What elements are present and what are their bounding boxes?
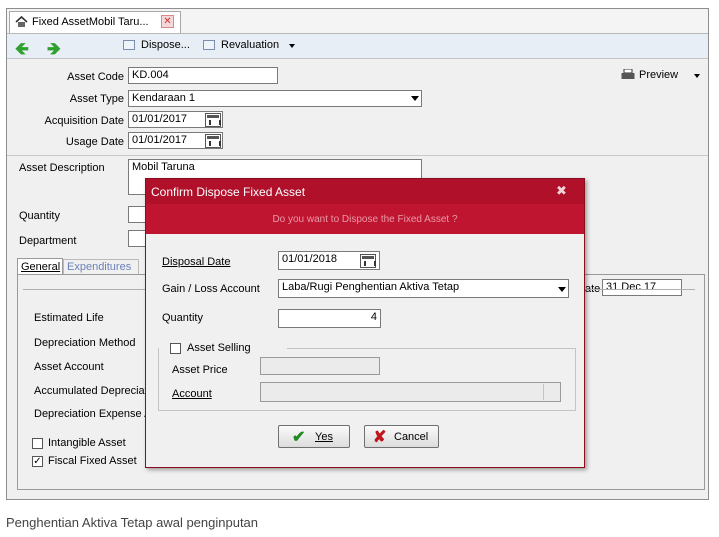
cross-icon: ✘ [373, 429, 387, 446]
yes-label: Yes [315, 431, 333, 443]
gain-loss-label: Gain / Loss Account [162, 283, 260, 295]
chevron-down-icon [694, 74, 700, 78]
asset-description-label: Asset Description [19, 162, 105, 174]
asset-type-value: Kendaraan 1 [132, 92, 195, 104]
yes-button[interactable]: ✔ Yes [278, 425, 350, 448]
fiscal-fixed-asset-label: Fiscal Fixed Asset [48, 455, 137, 467]
dialog-title: Confirm Dispose Fixed Asset [151, 185, 306, 199]
revaluation-label: Revaluation [221, 39, 280, 51]
dialog-quantity-input[interactable]: 4 [278, 309, 381, 328]
intangible-asset-checkbox[interactable]: Intangible Asset [32, 437, 142, 451]
form-divider [7, 155, 708, 156]
usage-date-value: 01/01/2017 [132, 134, 188, 146]
document-tab-title: Fixed AssetMobil Taru... [32, 16, 149, 28]
acquisition-date-value: 01/01/2017 [132, 113, 188, 125]
page-caption: Penghentian Aktiva Tetap awal penginputa… [6, 515, 259, 530]
chevron-down-icon [289, 44, 295, 48]
tab-general-label: General [21, 261, 61, 273]
asset-type-label: Asset Type [69, 93, 124, 105]
asset-code-label: Asset Code [67, 71, 124, 83]
accumulated-depreciation-label: Accumulated Depreciat [34, 385, 148, 397]
cancel-button[interactable]: ✘ Cancel [364, 425, 439, 448]
home-icon [15, 15, 28, 28]
document-tabstrip: Fixed AssetMobil Taru... ✕ [7, 9, 708, 34]
close-tab-icon[interactable]: ✕ [161, 15, 174, 28]
fiscal-fixed-asset-checkbox[interactable]: ✓ Fiscal Fixed Asset [32, 455, 142, 469]
preview-button[interactable]: Preview [619, 66, 703, 84]
asset-selling-label: Asset Selling [187, 342, 251, 354]
groupbox-top-line [287, 348, 575, 349]
printer-icon [621, 68, 635, 80]
disposal-date-value: 01/01/2018 [282, 253, 338, 265]
account-label: Account [172, 388, 212, 400]
asset-type-select[interactable]: Kendaraan 1 [128, 90, 422, 107]
dialog-question: Do you want to Dispose the Fixed Asset ? [272, 214, 458, 225]
asset-price-label: Asset Price [172, 364, 228, 376]
dialog-quantity-value: 4 [370, 311, 377, 323]
asset-price-input[interactable] [260, 357, 380, 375]
cancel-label: Cancel [394, 431, 429, 443]
tab-expenditures[interactable]: Expenditures [63, 259, 139, 275]
acquisition-date-input[interactable]: 01/01/2017 [128, 111, 223, 128]
calendar-icon[interactable] [205, 113, 221, 127]
dispose-label: Dispose... [141, 39, 190, 51]
usage-date-input[interactable]: 01/01/2017 [128, 132, 223, 149]
checkmark-icon: ✓ [32, 456, 43, 467]
intangible-asset-label: Intangible Asset [48, 437, 126, 449]
quantity-label: Quantity [19, 210, 60, 222]
close-icon[interactable]: ✖ [556, 183, 567, 199]
checkbox-box [170, 343, 181, 354]
acquisition-date-label: Acquisition Date [44, 115, 125, 127]
dialog-titlebar: Confirm Dispose Fixed Asset ✖ [146, 179, 584, 204]
account-select[interactable] [260, 382, 561, 402]
usage-date-label: Usage Date [65, 136, 124, 148]
asset-account-label: Asset Account [34, 361, 104, 373]
chevron-down-icon [558, 287, 566, 292]
estimated-life-label: Estimated Life [34, 312, 104, 324]
disposal-date-label: Disposal Date [162, 256, 231, 268]
disposal-date-input[interactable]: 01/01/2018 [278, 251, 380, 270]
confirm-dispose-dialog: Confirm Dispose Fixed Asset ✖ Do you wan… [145, 178, 585, 468]
chevron-down-icon [411, 96, 419, 101]
preview-label: Preview [639, 69, 679, 81]
revaluation-button[interactable]: Revaluation [203, 38, 303, 54]
depreciation-method-label: Depreciation Method [34, 337, 136, 349]
document-tab[interactable]: Fixed AssetMobil Taru... ✕ [9, 11, 181, 33]
revaluation-icon [203, 40, 215, 50]
dialog-quantity-label: Quantity [162, 312, 203, 324]
calendar-icon[interactable] [360, 254, 376, 268]
asset-code-input[interactable]: KD.004 [128, 67, 278, 84]
department-label: Department [19, 235, 77, 247]
checkmark-icon: ✔ [292, 429, 306, 446]
gain-loss-value: Laba/Rugi Penghentian Aktiva Tetap [282, 281, 460, 293]
chevron-down-icon [543, 384, 559, 400]
tab-expenditures-label: Expenditures [67, 261, 132, 273]
dialog-question-banner: Do you want to Dispose the Fixed Asset ? [146, 204, 584, 234]
date-field[interactable]: 31 Dec 17 [602, 279, 682, 296]
dispose-icon [123, 40, 135, 50]
checkbox-box [32, 438, 43, 449]
toolbar: 🡸 🡺 Dispose... Revaluation [7, 34, 708, 59]
forward-arrow-icon[interactable]: 🡺 [47, 36, 61, 65]
gain-loss-account-select[interactable]: Laba/Rugi Penghentian Aktiva Tetap [278, 279, 569, 298]
tab-general[interactable]: General [17, 258, 63, 275]
depreciation-expense-label: Depreciation Expense A [34, 408, 152, 420]
back-arrow-icon[interactable]: 🡸 [15, 36, 29, 65]
calendar-icon[interactable] [205, 134, 221, 148]
asset-selling-checkbox[interactable]: Asset Selling [170, 342, 270, 356]
